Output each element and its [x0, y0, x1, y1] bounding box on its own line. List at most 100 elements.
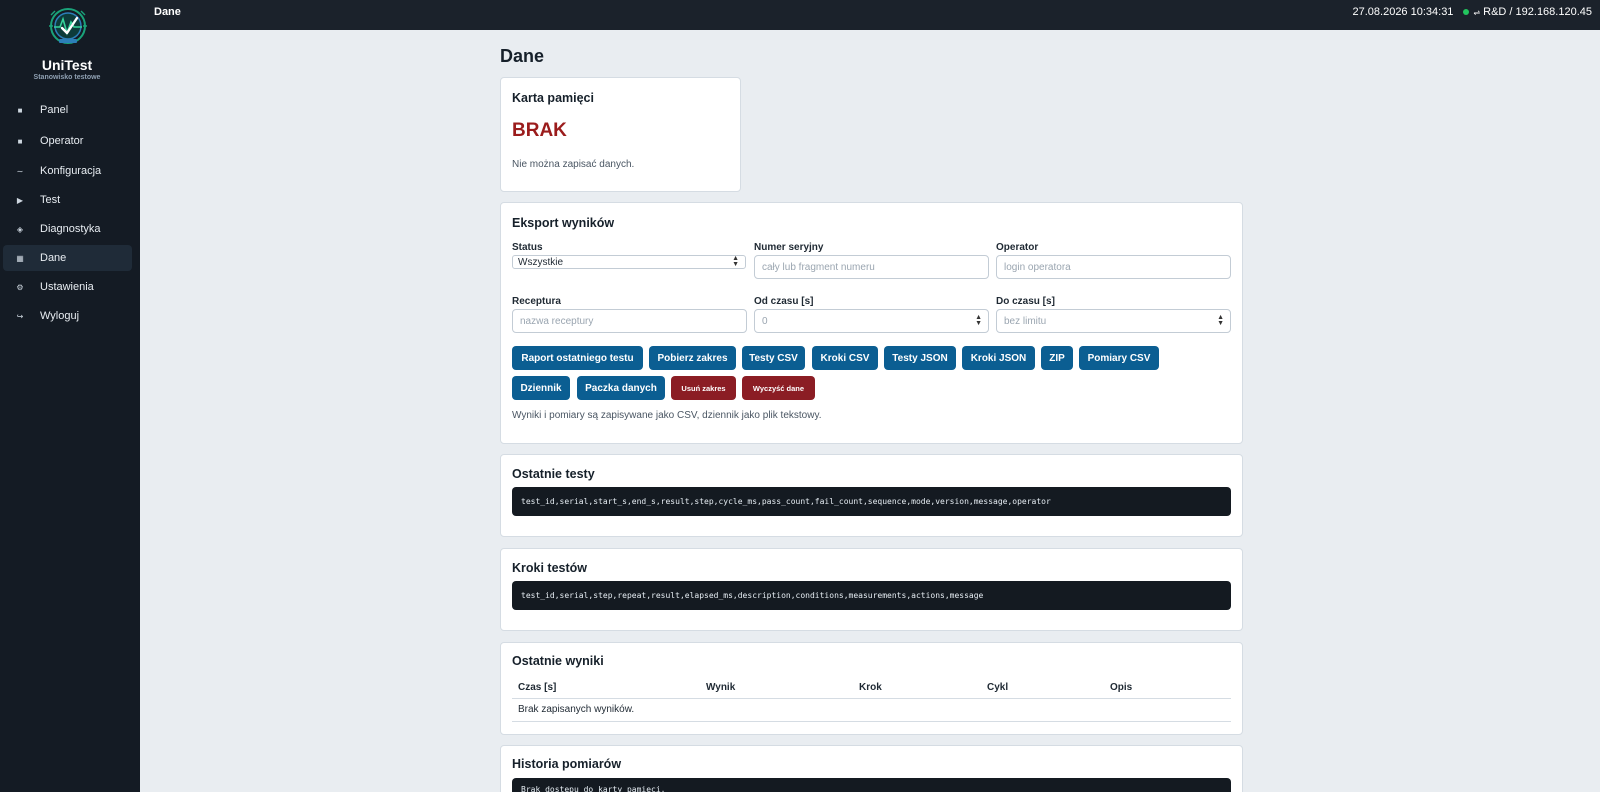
results-table: Czas [s] Wynik Krok Cykl Opis Brak zapis…	[512, 679, 1231, 722]
zip-button[interactable]: ZIP	[1041, 346, 1073, 370]
sidebar-item-label: Ustawienia	[40, 281, 94, 293]
recipe-label: Receptura	[512, 296, 561, 307]
sidebar-item-label: Wyloguj	[40, 310, 80, 322]
measurement-history-panel: Historia pomiarów Brak dostępu do karty …	[500, 745, 1243, 792]
sidebar-item-wyloguj[interactable]: ↪ Wyloguj	[3, 303, 132, 329]
from-time-input[interactable]: 0 ▲ ▼	[754, 309, 989, 333]
column-header-cycle: Cykl	[987, 682, 1009, 693]
play-icon: ▶	[16, 195, 24, 205]
recent-tests-title: Ostatnie testy	[512, 467, 595, 481]
sidebar: UniTest Stanowisko testowe ■ Panel ■ Ope…	[0, 0, 140, 792]
column-header-step: Krok	[859, 682, 882, 693]
sidebar-item-test[interactable]: ▶ Test	[3, 187, 132, 213]
download-range-button[interactable]: Pobierz zakres	[649, 346, 736, 370]
to-time-label: Do czasu [s]	[996, 296, 1055, 307]
square-icon: ■	[17, 136, 23, 146]
sidebar-nav: ■ Panel ■ Operator ∼ Konfiguracja ▶ Test…	[3, 97, 132, 332]
connection-status-icon	[1463, 9, 1470, 15]
serial-placeholder: cały lub fragment numeru	[762, 261, 875, 273]
recent-tests-panel: Ostatnie testy test_id,serial,start_s,en…	[500, 454, 1243, 537]
sidebar-item-label: Test	[40, 194, 61, 206]
to-time-input[interactable]: bez limitu ▲ ▼	[996, 309, 1231, 333]
stepper-arrows-icon[interactable]: ▲ ▼	[975, 314, 982, 327]
tests-csv-button[interactable]: Testy CSV	[742, 346, 805, 370]
measurements-csv-button[interactable]: Pomiary CSV	[1079, 346, 1159, 370]
log-button[interactable]: Dziennik	[512, 376, 570, 400]
gear-icon: ⚙	[16, 282, 24, 292]
page-title: Dane	[500, 46, 545, 66]
serial-input[interactable]: cały lub fragment numeru	[754, 255, 989, 279]
sidebar-item-label: Diagnostyka	[40, 223, 101, 235]
status-select[interactable]: Wszystkie ▲ ▼	[512, 255, 746, 269]
square-icon: ■	[17, 105, 23, 115]
tests-json-button[interactable]: Testy JSON	[884, 346, 956, 370]
grid-icon: ▦	[16, 253, 24, 263]
column-header-description: Opis	[1110, 682, 1133, 693]
empty-results-message: Brak zapisanych wyników.	[518, 704, 635, 715]
select-arrows-icon: ▲ ▼	[732, 255, 739, 268]
sidebar-item-label: Konfiguracja	[40, 165, 102, 177]
export-buttons-row-1: Raport ostatniego testu Pobierz zakres T…	[512, 346, 1232, 370]
tilde-icon: ∼	[16, 166, 24, 176]
logo-icon	[49, 8, 87, 44]
measurement-history-content: Brak dostępu do karty pamięci.	[512, 778, 1231, 792]
table-header: Czas [s] Wynik Krok Cykl Opis	[512, 679, 1231, 699]
clear-data-button[interactable]: Wyczyść dane	[742, 376, 815, 400]
memory-card-message: Nie można zapisać danych.	[512, 159, 635, 170]
delete-range-button[interactable]: Usuń zakres	[671, 376, 736, 400]
column-header-result: Wynik	[706, 682, 736, 693]
sidebar-item-label: Dane	[40, 252, 67, 264]
table-row: Brak zapisanych wyników.	[512, 699, 1231, 722]
from-time-label: Od czasu [s]	[754, 296, 814, 307]
steps-csv-button[interactable]: Kroki CSV	[812, 346, 878, 370]
connection-info: R&D / 192.168.120.45	[1483, 6, 1592, 18]
to-time-placeholder: bez limitu	[1004, 315, 1047, 327]
link-icon: ⇌	[1473, 7, 1481, 17]
operator-input[interactable]: login operatora	[996, 255, 1231, 279]
column-header-time: Czas [s]	[518, 682, 557, 693]
logout-icon: ↪	[16, 311, 24, 321]
top-bar: Dane 27.08.2026 10:34:31 ⇌ R&D / 192.168…	[140, 0, 1600, 30]
memory-card-panel: Karta pamięci BRAK Nie można zapisać dan…	[500, 77, 741, 192]
recent-results-panel: Ostatnie wyniki Czas [s] Wynik Krok Cykl…	[500, 642, 1243, 735]
test-steps-title: Kroki testów	[512, 561, 588, 575]
steps-json-button[interactable]: Kroki JSON	[962, 346, 1035, 370]
sidebar-item-panel[interactable]: ■ Panel	[3, 97, 132, 123]
export-panel: Eksport wyników Status Wszystkie ▲ ▼ Nume…	[500, 202, 1243, 444]
app-subtitle: Stanowisko testowe	[33, 74, 101, 81]
status-select-value: Wszystkie	[518, 256, 563, 268]
last-test-report-button[interactable]: Raport ostatniego testu	[512, 346, 643, 370]
app-logo	[46, 6, 90, 46]
sidebar-item-operator[interactable]: ■ Operator	[3, 128, 132, 154]
export-title: Eksport wyników	[512, 216, 615, 230]
datetime: 27.08.2026 10:34:31	[1352, 6, 1454, 18]
memory-card-status: BRAK	[512, 120, 567, 141]
from-time-value: 0	[762, 315, 768, 327]
test-steps-panel: Kroki testów test_id,serial,step,repeat,…	[500, 548, 1243, 631]
sidebar-item-label: Panel	[40, 104, 69, 116]
status-label: Status	[512, 242, 543, 253]
recent-results-title: Ostatnie wyniki	[512, 654, 604, 668]
operator-placeholder: login operatora	[1004, 261, 1071, 273]
recipe-placeholder: nazwa receptury	[520, 315, 594, 327]
sidebar-item-diagnostyka[interactable]: ◈ Diagnostyka	[3, 216, 132, 242]
operator-label: Operator	[996, 242, 1039, 253]
export-note: Wyniki i pomiary są zapisywane jako CSV,…	[512, 410, 822, 421]
topbar-status: 27.08.2026 10:34:31 ⇌ R&D / 192.168.120.…	[1353, 6, 1593, 18]
recent-tests-csv: test_id,serial,start_s,end_s,result,step…	[512, 487, 1231, 516]
serial-label: Numer seryjny	[754, 242, 824, 253]
memory-card-title: Karta pamięci	[512, 91, 594, 105]
stepper-arrows-icon[interactable]: ▲ ▼	[1217, 314, 1224, 327]
test-steps-csv: test_id,serial,step,repeat,result,elapse…	[512, 581, 1231, 610]
sidebar-item-dane[interactable]: ▦ Dane	[3, 245, 132, 271]
measurement-history-title: Historia pomiarów	[512, 757, 622, 771]
sidebar-item-ustawienia[interactable]: ⚙ Ustawienia	[3, 274, 132, 300]
data-package-button[interactable]: Paczka danych	[577, 376, 665, 400]
topbar-title: Dane	[154, 6, 181, 18]
sidebar-item-label: Operator	[40, 135, 84, 147]
app-name: UniTest	[41, 57, 93, 73]
diamond-icon: ◈	[16, 224, 24, 234]
export-buttons-row-2: Dziennik Paczka danych Usuń zakres Wyczy…	[512, 376, 1232, 400]
recipe-input[interactable]: nazwa receptury	[512, 309, 747, 333]
sidebar-item-konfiguracja[interactable]: ∼ Konfiguracja	[3, 158, 132, 184]
